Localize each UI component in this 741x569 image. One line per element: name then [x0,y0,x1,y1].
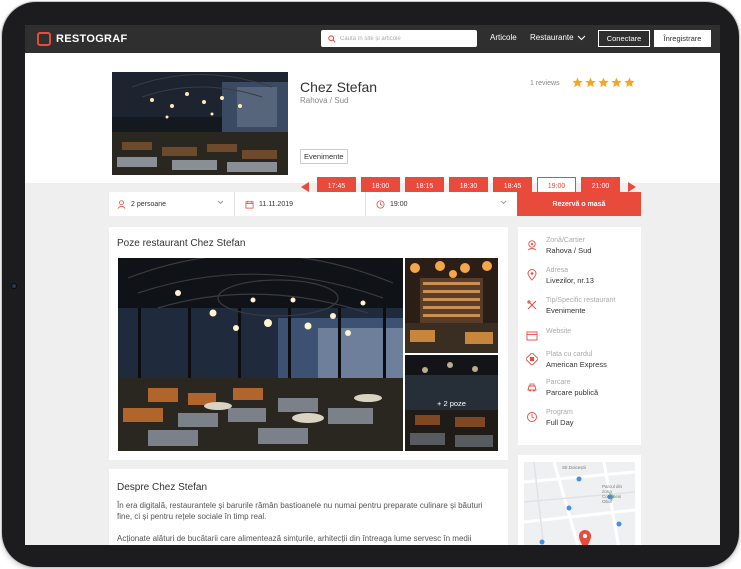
booking-bar: 2 persoane 11.11.2019 19:00 Rezervă o ma… [109,192,641,216]
arrow-left-icon[interactable] [301,182,310,192]
info-text: Zonă/Cartier Rahova / Sud [546,237,591,255]
star-icon [624,77,635,88]
info-value: Parcare publică [546,388,599,397]
location-icon [527,269,537,281]
rating-stars [572,77,635,88]
info-text: Adresa Livezilor, nr.13 [546,267,594,285]
photo-main[interactable] [118,258,403,451]
info-label: Adresa [546,267,569,274]
map-street-label: Str.Doiceștii [562,465,586,470]
screen: RESTOGRAF Articole Restaurante Conectare… [25,25,720,545]
logo-text: RESTOGRAF [56,33,128,45]
info-value: Full Day [546,418,574,427]
more-photos-label: + 2 poze [405,355,498,451]
about-paragraph-2: Acționate alături de bucătarii care alim… [117,534,472,543]
info-value: Evenimente [546,306,586,315]
persons-value: 2 persoane [131,200,167,208]
arrow-right-icon[interactable] [627,182,636,192]
info-row-website[interactable]: Website [526,328,571,342]
restaurant-cover-image[interactable] [112,72,288,175]
info-card: Zonă/Cartier Rahova / Sud Adresa Livezilor,… [518,227,641,445]
map-poi-label: Parcul din zona Cotroceni Obor [602,484,623,504]
info-row-clock: Program Full Day [526,409,574,427]
parking-icon [527,383,537,392]
info-row-card: Plata cu cardul American Express [526,351,607,369]
reserve-table-button[interactable]: Rezervă o masă [517,192,641,216]
info-text: Tip/Specific restaurant Evenimente [546,297,615,315]
cutlery-icon [527,300,537,310]
info-row-parking: Parcare Parcare publică [526,379,598,397]
star-icon [585,77,596,88]
logo[interactable]: RESTOGRAF [37,32,128,46]
restaurant-header: Chez Stefan Rahova / Sud 1 reviews Eveni… [25,53,720,196]
time-value: 19:00 [390,200,408,208]
info-text: Plata cu cardul American Express [546,351,607,369]
star-icon [572,77,583,88]
chevron-down-icon [577,35,585,40]
star-icon [611,77,622,88]
photo-bar[interactable] [405,258,498,353]
nav-link-restaurante[interactable]: Restaurante [530,33,586,42]
search-box[interactable] [321,30,477,47]
register-button[interactable]: Înregistrare [654,30,711,47]
info-label: Zonă/Cartier [546,237,585,244]
info-label: Program [546,409,573,416]
website-icon [526,331,538,341]
top-navigation-bar: RESTOGRAF Articole Restaurante Conectare… [25,25,720,53]
tablet-frame: RESTOGRAF Articole Restaurante Conectare… [2,2,739,567]
info-label: Website [546,328,572,335]
photos-title: Poze restaurant Chez Stefan [117,238,246,249]
calendar-icon [245,200,254,209]
tablet-camera [11,283,17,289]
info-row-cutlery: Tip/Specific restaurant Evenimente [526,297,615,315]
chevron-down-icon [500,200,507,205]
info-text: Program Full Day [546,409,574,427]
info-row-map-pin: Zonă/Cartier Rahova / Sud [526,237,591,255]
time-select[interactable]: 19:00 [366,192,517,216]
date-picker[interactable]: 11.11.2019 [235,192,366,216]
info-text: Parcare Parcare publică [546,379,598,397]
about-paragraph-1: În era digitală, restaurantele și baruri… [117,501,483,521]
map[interactable]: Str.Doiceștii Parcul din zona Cotroceni … [524,462,635,545]
info-text: Website [546,328,571,342]
restaurant-name: Chez Stefan [300,79,378,95]
photo-more[interactable]: + 2 poze [405,355,498,451]
info-label: Tip/Specific restaurant [546,297,616,304]
persons-select[interactable]: 2 persoane [109,192,235,216]
info-row-location: Adresa Livezilor, nr.13 [526,267,594,285]
nav-link-articole[interactable]: Articole [490,33,517,42]
info-label: Plata cu cardul [546,351,593,358]
about-card: Despre Chez Stefan În era digitală, rest… [109,469,508,545]
photos-card: Poze restaurant Chez Stefan + 2 poze [109,227,508,460]
restaurant-location[interactable]: Rahova / Sud [300,96,348,105]
login-button[interactable]: Conectare [598,30,650,47]
logo-mark-icon [37,32,51,46]
card-icon [526,353,538,365]
star-icon [598,77,609,88]
clock-icon [376,199,385,209]
reviews-count[interactable]: 1 reviews [530,80,560,87]
map-pin-icon [527,240,537,251]
info-value: Rahova / Sud [546,246,592,255]
chevron-down-icon [217,200,224,205]
clock-icon [527,412,537,422]
nav-restaurante-label: Restaurante [530,33,574,42]
category-tag[interactable]: Evenimente [300,149,348,164]
info-label: Parcare [546,379,571,386]
map-card: Str.Doiceștii Parcul din zona Cotroceni … [518,455,641,545]
search-input[interactable] [340,35,470,42]
date-value: 11.11.2019 [259,200,293,208]
info-value: Livezilor, nr.13 [546,276,594,285]
about-title: Despre Chez Stefan [117,482,208,493]
user-icon [117,199,126,209]
search-icon [324,31,340,47]
info-value: American Express [546,360,607,369]
